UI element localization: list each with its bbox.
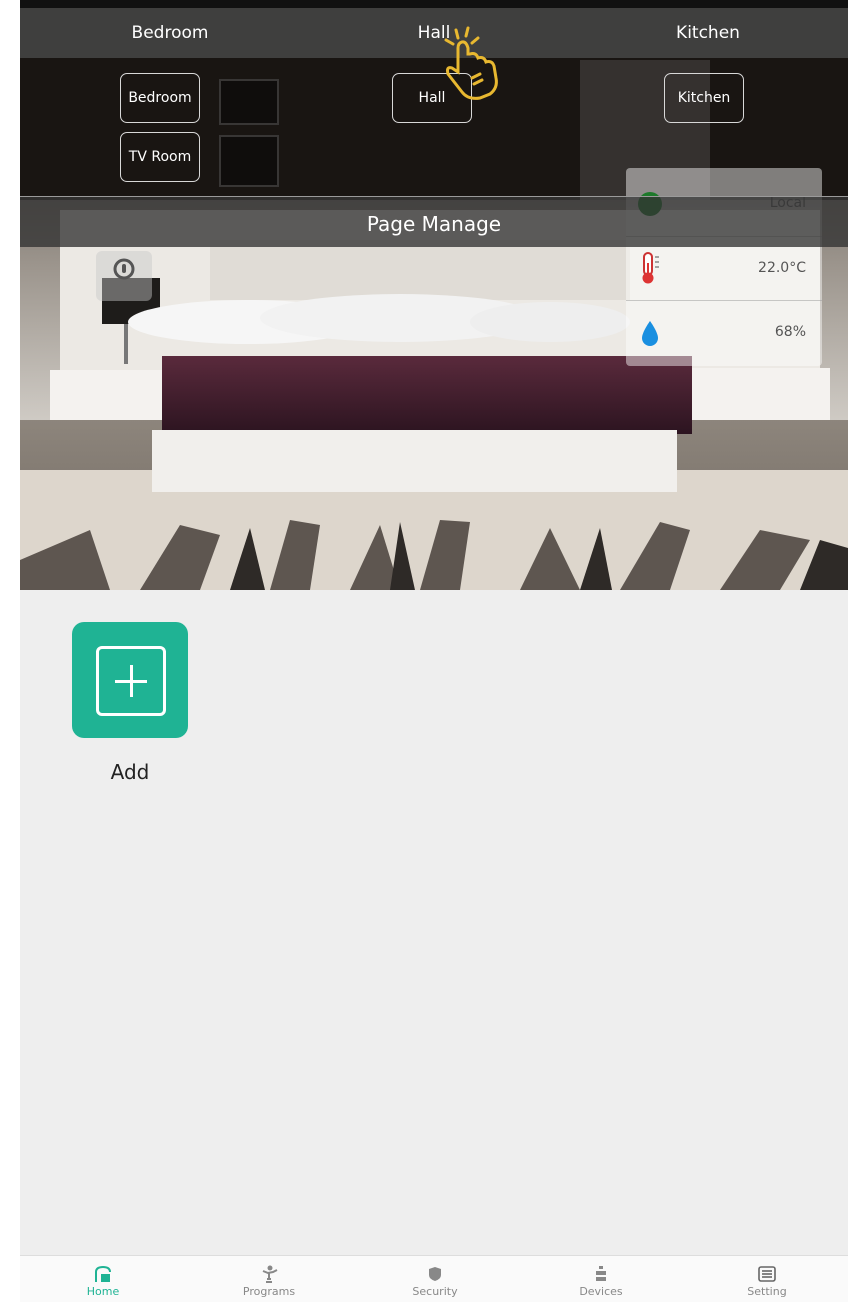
thermometer-icon	[642, 252, 659, 284]
room-button-tv-room[interactable]: TV Room	[120, 132, 200, 182]
room-tab-bar: Bedroom Hall Kitchen	[20, 8, 848, 58]
add-label: Add	[110, 760, 150, 784]
tap-gesture-icon	[444, 26, 498, 100]
nav-setting[interactable]: Setting	[684, 1256, 848, 1302]
bottom-navigation: Home Programs Security Devices Setting	[20, 1255, 848, 1302]
tab-kitchen[interactable]: Kitchen	[638, 8, 778, 58]
page-manage-bar[interactable]: Page Manage	[20, 197, 848, 247]
add-page-button[interactable]	[72, 622, 188, 738]
nav-home-label: Home	[86, 1285, 120, 1298]
room-button-kitchen[interactable]: Kitchen	[664, 73, 744, 123]
nav-programs[interactable]: Programs	[186, 1256, 352, 1302]
list-icon	[758, 1266, 776, 1282]
humidity-value: 68%	[774, 324, 806, 340]
humidity-row: 68%	[626, 300, 822, 362]
room-button-bedroom[interactable]: Bedroom	[120, 73, 200, 123]
shield-icon	[429, 1267, 441, 1281]
plus-square-icon	[96, 646, 166, 716]
top-edge	[20, 0, 848, 8]
nav-devices[interactable]: Devices	[518, 1256, 684, 1302]
nav-setting-label: Setting	[747, 1285, 787, 1298]
nav-devices-label: Devices	[579, 1285, 623, 1298]
devices-icon	[596, 1266, 606, 1281]
nav-security[interactable]: Security	[352, 1256, 518, 1302]
lamp-icon	[113, 258, 135, 280]
nav-programs-label: Programs	[242, 1285, 296, 1298]
tab-bedroom[interactable]: Bedroom	[100, 8, 240, 58]
nav-security-label: Security	[412, 1285, 458, 1298]
home-icon	[95, 1265, 111, 1282]
nav-home[interactable]: Home	[20, 1256, 186, 1302]
programs-icon	[262, 1265, 278, 1283]
water-drop-icon	[642, 321, 658, 346]
app-screen: Bedroom Hall Kitchen Bedroom TV Room Hal…	[20, 0, 848, 1302]
lamp-toggle-icon[interactable]	[96, 251, 152, 301]
